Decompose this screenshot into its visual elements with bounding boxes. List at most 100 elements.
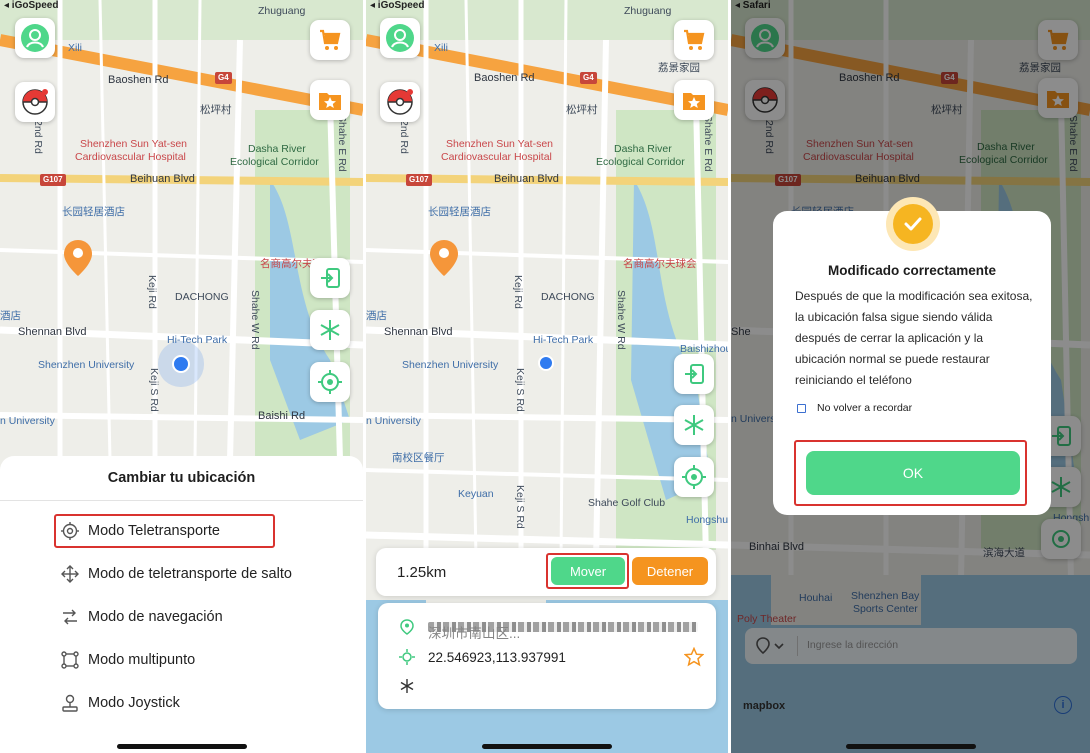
- import-button[interactable]: [310, 258, 350, 298]
- stop-button[interactable]: Detener: [632, 557, 708, 585]
- map-label: Keji S Rd: [148, 368, 160, 412]
- sheet-title: Cambiar tu ubicación: [107, 470, 256, 486]
- freeze-button[interactable]: [674, 405, 714, 445]
- highway-shield: G4: [215, 72, 232, 84]
- store-button[interactable]: [310, 20, 350, 60]
- map-label: Shennan Blvd: [384, 326, 453, 338]
- map-label: Shahe E Rd: [702, 115, 714, 172]
- change-location-sheet: Cambiar tu ubicación Modo Teletransporte…: [0, 456, 363, 753]
- screen-success-dialog: G4 G107 荔景家园 Baoshen Rd 松坪村 Shenzhen Sun…: [731, 0, 1090, 753]
- checkbox-box[interactable]: [797, 403, 806, 413]
- map-label: Zhuguang: [624, 5, 672, 17]
- map-label: 南校区餐厅: [392, 452, 445, 464]
- store-button[interactable]: [674, 20, 714, 60]
- map-label: 长园轻居酒店: [62, 206, 125, 218]
- home-indicator[interactable]: [846, 744, 976, 749]
- map-label: n University: [0, 415, 55, 427]
- highlight-box: [54, 514, 275, 548]
- mode-label: Modo multipunto: [88, 652, 196, 668]
- map-label: Shenzhen Sun Yat-sen: [446, 138, 554, 150]
- multipoint-icon: [60, 650, 80, 670]
- mode-jump-teleport[interactable]: Modo de teletransporte de salto: [60, 562, 292, 586]
- dialog-message: Después de que la modificación sea exito…: [795, 289, 1033, 387]
- user-avatar-icon: [386, 24, 414, 52]
- snowflake-icon: [320, 320, 340, 340]
- favorites-button[interactable]: [310, 80, 350, 120]
- mode-navigation[interactable]: Modo de navegación: [60, 605, 223, 629]
- map-label: Cardiovascular Hospital: [75, 151, 186, 163]
- map-label: Baoshen Rd: [474, 72, 535, 84]
- map-label: 2nd Rd: [32, 120, 44, 154]
- highway-shield: G4: [580, 72, 597, 84]
- map-label: Shenzhen Sun Yat-sen: [80, 138, 188, 150]
- map-label: Hi-Tech Park: [167, 334, 228, 346]
- map-label: Keji Rd: [512, 275, 524, 309]
- status-bar-app: ◂ iGoSpeed: [4, 0, 59, 11]
- star-folder-icon: [683, 93, 705, 110]
- location-pin-icon: [398, 619, 416, 635]
- success-badge: [886, 197, 940, 251]
- mode-multipoint[interactable]: Modo multipunto: [60, 648, 195, 672]
- pokeball-icon: [22, 89, 48, 115]
- home-indicator[interactable]: [482, 744, 612, 749]
- map-label: Beihuan Blvd: [130, 173, 195, 185]
- jump-teleport-icon: [60, 564, 80, 584]
- map-label: Cardiovascular Hospital: [441, 151, 552, 163]
- map-pin-icon[interactable]: [64, 240, 92, 276]
- map-label: Shennan Blvd: [18, 326, 87, 338]
- map-label: Ecological Corridor: [596, 156, 685, 168]
- favorite-star-button[interactable]: [683, 646, 705, 672]
- cart-icon: [320, 29, 341, 50]
- map-label: Beihuan Blvd: [494, 173, 559, 185]
- screen-change-location: G4 G107 Zhuguang Xili Baoshen Rd 松坪村 She…: [0, 0, 363, 753]
- freeze-button[interactable]: [310, 310, 350, 350]
- map-label: 酒店: [0, 310, 21, 322]
- address-row: 深圳市南山区...: [398, 619, 698, 641]
- map-label: Keji S Rd: [514, 485, 526, 529]
- star-folder-icon: [319, 93, 341, 110]
- map-label: DACHONG: [175, 291, 229, 303]
- map-label: Dasha River: [614, 143, 672, 155]
- star-outline-icon: [683, 646, 705, 667]
- pokemon-go-button[interactable]: [15, 82, 55, 122]
- import-button[interactable]: [674, 354, 714, 394]
- home-indicator[interactable]: [117, 744, 247, 749]
- map-label: Keyuan: [458, 488, 494, 500]
- address-text: 深圳市南山区...: [428, 622, 698, 641]
- map-label: Baishi Rd: [258, 410, 306, 422]
- map-label: Keji Rd: [146, 275, 158, 309]
- map-label: n University: [366, 415, 421, 427]
- current-location-dot: [538, 355, 554, 371]
- status-bar-app: ◂ iGoSpeed: [370, 0, 425, 11]
- dialog-title: Modificado correctamente: [827, 263, 997, 278]
- map-label: Shahe Golf Club: [588, 497, 666, 509]
- highway-shield: G107: [406, 174, 432, 186]
- map-label: Shahe E Rd: [336, 115, 348, 172]
- mode-joystick[interactable]: Modo Joystick: [60, 691, 180, 715]
- map-label: Keji S Rd: [514, 368, 526, 412]
- current-location-dot: [172, 355, 190, 373]
- favorites-button[interactable]: [674, 80, 714, 120]
- map-label: 2nd Rd: [398, 120, 410, 154]
- profile-button[interactable]: [15, 18, 55, 58]
- screen-teleport-move: G4 G107 Zhuguang Xili 荔景家园 Baoshen Rd 松坪…: [366, 0, 728, 753]
- crosshair-icon: [682, 465, 706, 489]
- map-label: 荔景家园: [658, 62, 700, 74]
- dont-remind-checkbox[interactable]: No volver a recordar: [797, 402, 912, 414]
- map-label: Shenzhen University: [38, 359, 135, 371]
- location-info-card: 深圳市南山区... 22.546923,113.937991: [378, 603, 716, 709]
- map-label: 酒店: [366, 310, 387, 322]
- pokemon-go-button[interactable]: [380, 82, 420, 122]
- map-label: Xili: [434, 42, 449, 54]
- map-pin-icon[interactable]: [430, 240, 458, 276]
- divider: [0, 500, 363, 501]
- profile-button[interactable]: [380, 18, 420, 58]
- locate-button[interactable]: [310, 362, 350, 402]
- snowflake-icon: [398, 679, 416, 693]
- pokeball-icon: [387, 89, 413, 115]
- locate-button[interactable]: [674, 457, 714, 497]
- snowflake-icon: [684, 415, 704, 435]
- map-label: 松坪村: [566, 104, 598, 116]
- freeze-row[interactable]: [398, 679, 428, 693]
- crosshair-icon: [398, 649, 416, 665]
